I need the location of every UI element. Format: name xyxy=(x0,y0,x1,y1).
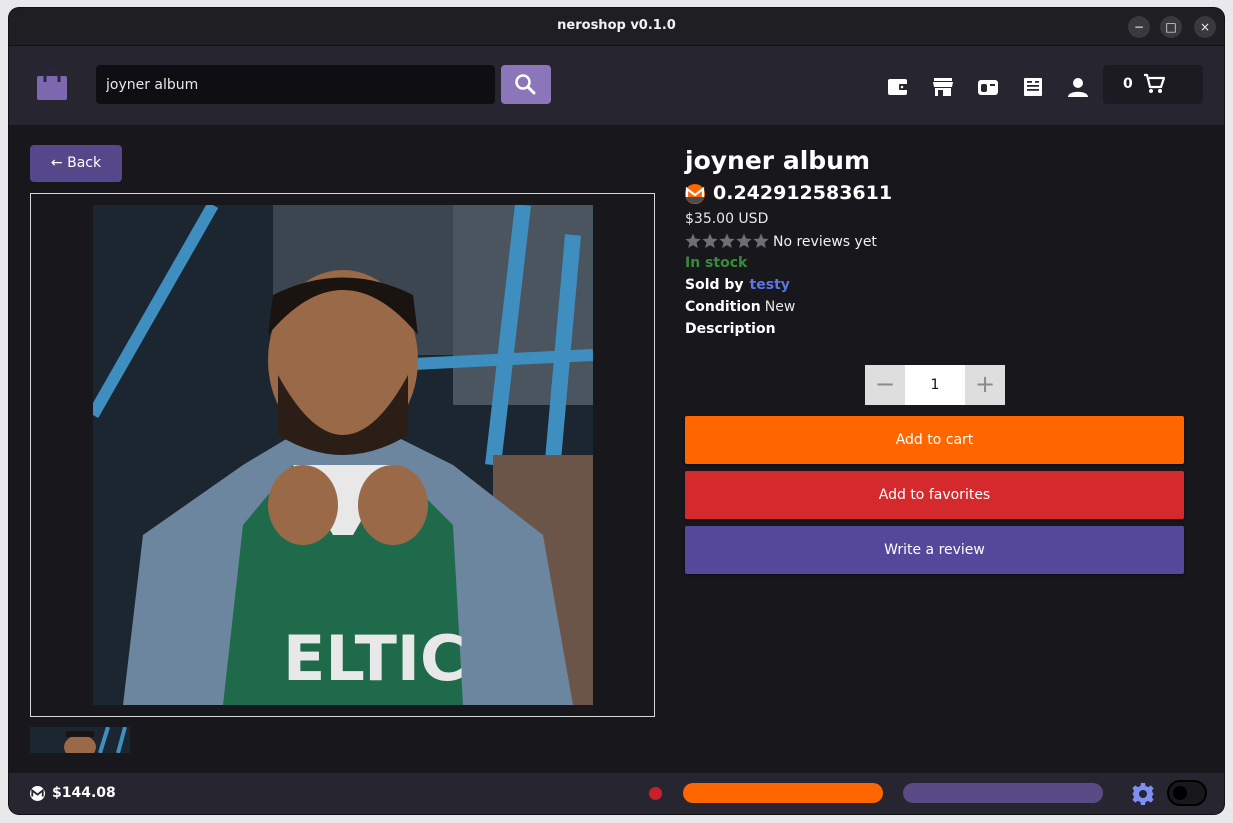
price-usd: $35.00 USD xyxy=(685,211,769,227)
back-button[interactable]: ← Back xyxy=(30,145,122,182)
wallet-icon[interactable] xyxy=(887,76,909,98)
star-icon xyxy=(685,233,701,248)
quantity-input[interactable]: 1 xyxy=(905,365,965,405)
search-input[interactable] xyxy=(96,65,495,104)
maximize-button[interactable]: □ xyxy=(1160,16,1182,38)
window-title: neroshop v0.1.0 xyxy=(557,18,676,33)
search-icon xyxy=(515,74,536,95)
daemon-progress-bar xyxy=(903,783,1103,803)
product-photo[interactable]: ELTIC xyxy=(93,205,593,705)
product-title: joyner album xyxy=(685,146,871,175)
cart-icon xyxy=(1144,73,1165,93)
seller-link[interactable]: testy xyxy=(750,277,790,293)
decrease-quantity-button[interactable]: − xyxy=(865,365,905,405)
star-icon xyxy=(736,233,752,248)
inbox-icon[interactable] xyxy=(977,76,999,98)
star-icon xyxy=(702,233,718,248)
sold-by-label: Sold by xyxy=(685,277,744,293)
sync-progress-bar xyxy=(683,783,883,803)
cart-button[interactable]: 0 xyxy=(1103,65,1203,104)
quantity-stepper: − 1 + xyxy=(865,365,1005,405)
search-button[interactable] xyxy=(501,65,551,104)
stock-status: In stock xyxy=(685,255,748,271)
add-to-favorites-button[interactable]: Add to favorites xyxy=(685,471,1184,519)
description-label: Description xyxy=(685,321,776,337)
monero-icon xyxy=(30,786,45,801)
svg-text:ELTIC: ELTIC xyxy=(283,622,465,695)
product-thumbnail[interactable] xyxy=(30,727,130,753)
title-bar: neroshop v0.1.0 − □ × xyxy=(9,8,1224,46)
add-to-cart-button[interactable]: Add to cart xyxy=(685,416,1184,464)
account-icon[interactable] xyxy=(1067,76,1089,98)
condition-row: Condition New xyxy=(685,299,795,315)
sold-by-row: Sold by testy xyxy=(685,277,790,293)
cart-count: 0 xyxy=(1123,76,1133,92)
wallet-balance: $144.08 xyxy=(52,785,116,801)
write-review-button[interactable]: Write a review xyxy=(685,526,1184,574)
status-bar: $144.08 xyxy=(9,773,1224,814)
neroshop-logo[interactable] xyxy=(35,68,69,102)
close-button[interactable]: × xyxy=(1194,16,1216,38)
app-window: neroshop v0.1.0 − □ × joyner album 0 ← B… xyxy=(9,8,1224,814)
condition-label: Condition xyxy=(685,299,761,315)
increase-quantity-button[interactable]: + xyxy=(965,365,1005,405)
star-icon xyxy=(719,233,735,248)
connection-status-dot xyxy=(649,787,662,800)
gear-icon[interactable] xyxy=(1131,782,1155,806)
toggle-knob xyxy=(1173,786,1187,800)
orders-icon[interactable] xyxy=(1022,76,1044,98)
dark-mode-toggle[interactable] xyxy=(1167,780,1207,806)
product-image-frame: ELTIC xyxy=(30,193,655,717)
star-icon xyxy=(753,233,769,248)
condition-value: New xyxy=(764,299,796,315)
price-xmr: 0.242912583611 xyxy=(713,182,893,204)
minimize-button[interactable]: − xyxy=(1128,16,1150,38)
top-nav: 0 xyxy=(9,46,1224,125)
reviews-count: No reviews yet xyxy=(773,234,877,250)
monero-icon xyxy=(685,184,705,204)
store-icon[interactable] xyxy=(932,76,954,98)
